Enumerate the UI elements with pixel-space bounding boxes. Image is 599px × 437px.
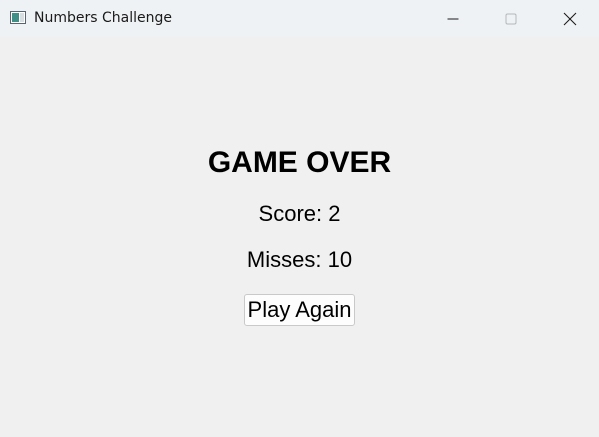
play-again-button[interactable]: Play Again — [244, 294, 355, 326]
window-title: Numbers Challenge — [34, 10, 172, 26]
maximize-button[interactable] — [482, 0, 540, 37]
misses-label: Misses: 10 — [246, 247, 353, 272]
score-label: Score: 2 — [258, 201, 341, 226]
app-window-icon — [10, 11, 26, 24]
minimize-icon — [447, 18, 459, 19]
game-over-heading: GAME OVER — [207, 146, 392, 179]
title-bar[interactable]: Numbers Challenge — [0, 0, 599, 37]
minimize-button[interactable] — [424, 0, 482, 37]
game-over-panel — [0, 37, 599, 437]
close-button[interactable] — [541, 0, 599, 37]
app-window: Numbers Challenge GAME OVER Score: 2 Mis… — [0, 0, 599, 437]
close-icon — [563, 12, 577, 25]
maximize-icon — [505, 13, 517, 24]
